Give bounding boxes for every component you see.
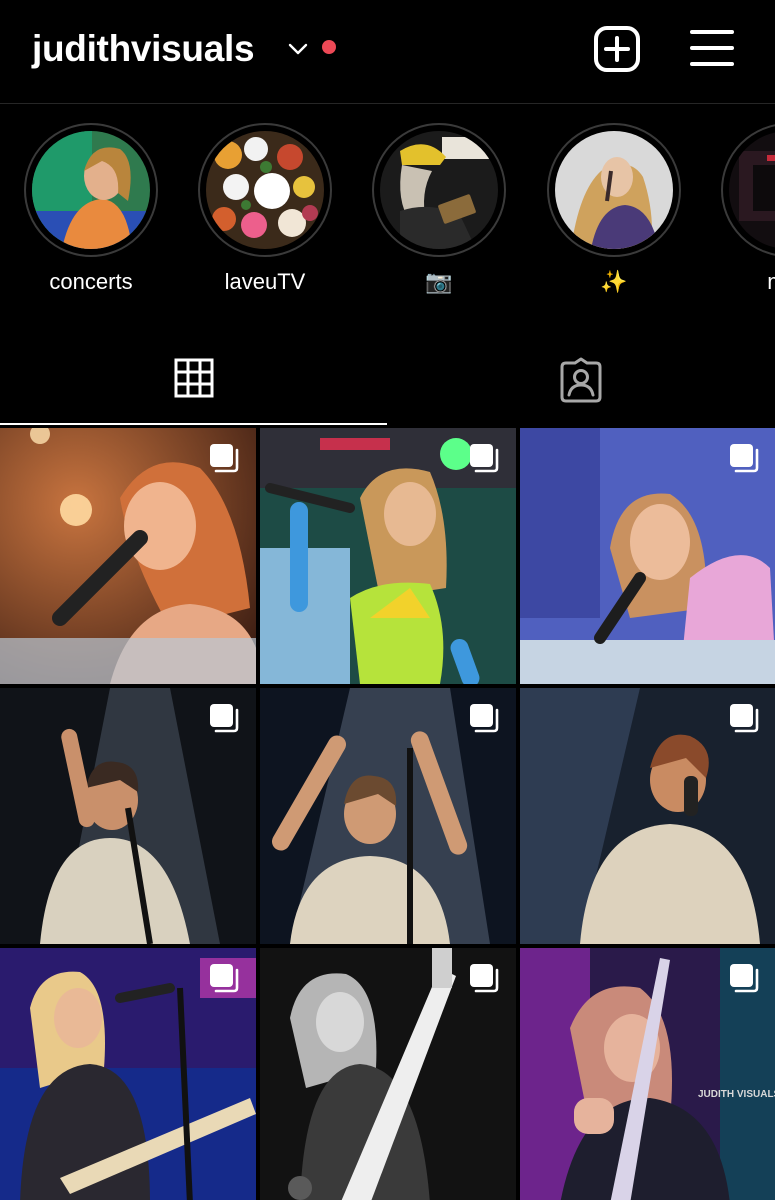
active-tab-indicator bbox=[0, 423, 387, 425]
multiple-photos-icon bbox=[210, 444, 239, 473]
post-watermark: JUDITH VISUALS bbox=[698, 1089, 775, 1100]
tagged-person-icon bbox=[560, 357, 602, 403]
grid-post[interactable] bbox=[260, 428, 516, 684]
highlight-cover-image bbox=[32, 131, 150, 249]
grid-post[interactable] bbox=[0, 428, 256, 684]
highlight-cover-image bbox=[555, 131, 673, 249]
notification-dot bbox=[322, 40, 336, 54]
highlight-cover-image bbox=[206, 131, 324, 249]
tab-tagged[interactable] bbox=[388, 333, 775, 425]
grid-post[interactable] bbox=[260, 688, 516, 944]
multiple-photos-icon bbox=[730, 444, 759, 473]
highlight-ring bbox=[547, 123, 681, 257]
plus-square-icon[interactable] bbox=[592, 24, 642, 74]
multiple-photos-icon bbox=[470, 444, 499, 473]
grid-post[interactable] bbox=[0, 948, 256, 1200]
grid-post[interactable] bbox=[0, 688, 256, 944]
highlight-ring bbox=[198, 123, 332, 257]
grid-post[interactable] bbox=[260, 948, 516, 1200]
grid-icon bbox=[174, 358, 214, 398]
tab-posts-grid[interactable] bbox=[0, 333, 387, 425]
highlight-ring bbox=[721, 123, 775, 257]
grid-post[interactable] bbox=[520, 688, 775, 944]
highlight-label: ✨ bbox=[600, 269, 628, 294]
grid-post[interactable] bbox=[520, 428, 775, 684]
highlight-cover-image bbox=[729, 131, 775, 249]
multiple-photos-icon bbox=[730, 704, 759, 733]
multiple-photos-icon bbox=[210, 704, 239, 733]
highlight-laveutv[interactable]: laveuTV bbox=[197, 123, 333, 295]
multiple-photos-icon bbox=[210, 964, 239, 993]
highlight-mak[interactable]: mak bbox=[720, 123, 775, 295]
highlight-label: concerts bbox=[49, 269, 133, 294]
hamburger-menu-icon[interactable] bbox=[688, 24, 736, 72]
posts-grid: JUDITH VISUALS bbox=[0, 428, 775, 1200]
highlight-sparkles[interactable]: ✨ bbox=[546, 123, 682, 295]
story-highlights-row[interactable]: concerts laveuTV 📷 ✨ bbox=[0, 103, 775, 333]
grid-post[interactable]: JUDITH VISUALS bbox=[520, 948, 775, 1200]
multiple-photos-icon bbox=[470, 704, 499, 733]
highlight-label: laveuTV bbox=[224, 269, 306, 294]
chevron-down-icon[interactable] bbox=[287, 38, 309, 60]
highlight-label: mak bbox=[720, 269, 775, 295]
profile-header: judithvisuals bbox=[0, 0, 775, 104]
highlight-concerts[interactable]: concerts bbox=[23, 123, 159, 295]
highlight-camera[interactable]: 📷 bbox=[371, 123, 507, 295]
highlight-ring bbox=[372, 123, 506, 257]
highlight-cover-image bbox=[380, 131, 498, 249]
multiple-photos-icon bbox=[730, 964, 759, 993]
profile-tabs bbox=[0, 333, 775, 425]
multiple-photos-icon bbox=[470, 964, 499, 993]
highlight-label: 📷 bbox=[425, 269, 453, 294]
profile-username[interactable]: judithvisuals bbox=[32, 27, 255, 71]
highlight-ring bbox=[24, 123, 158, 257]
